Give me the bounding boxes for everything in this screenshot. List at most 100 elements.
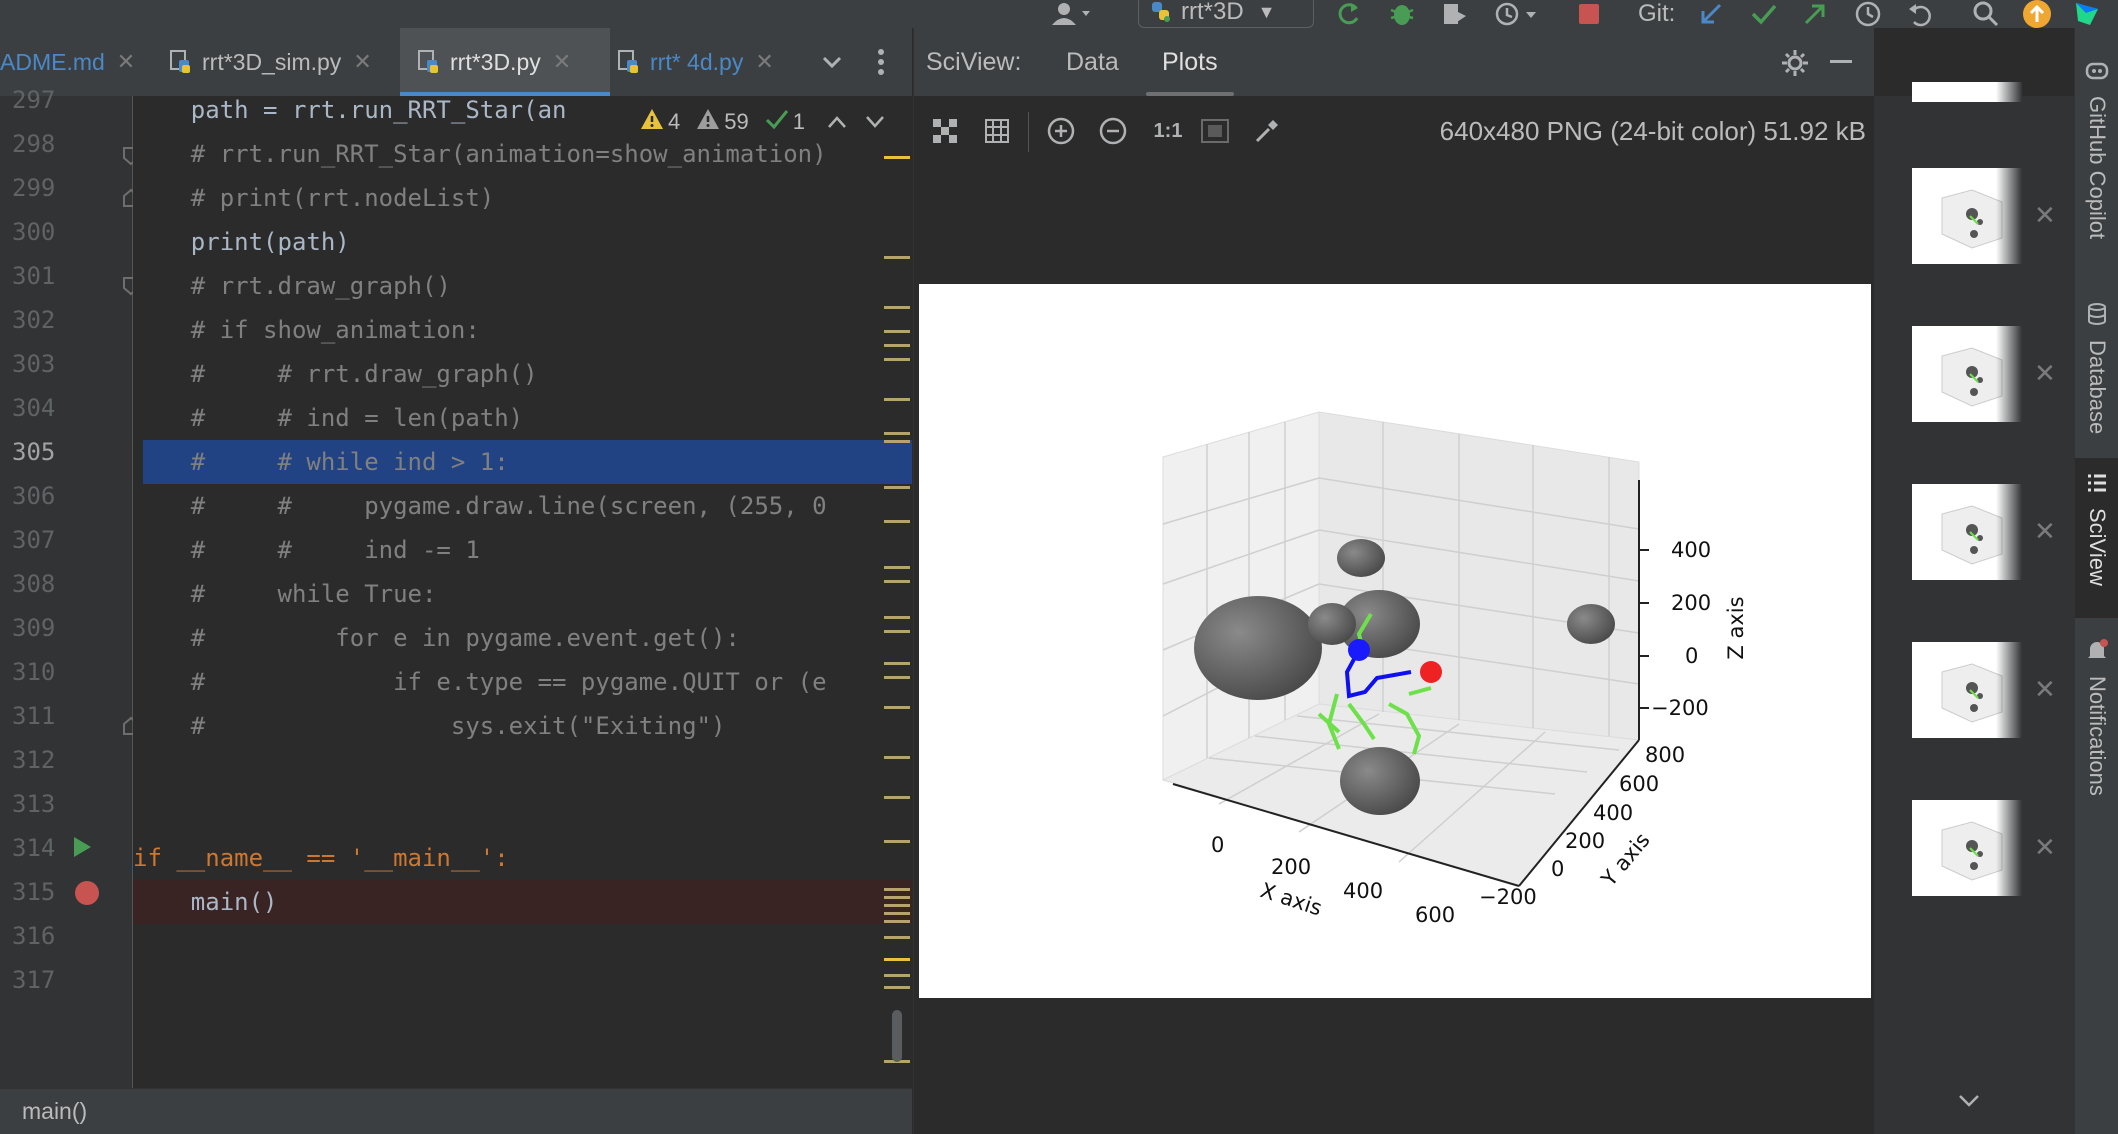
obstacle-sphere	[1567, 604, 1615, 644]
sciview-title: SciView:	[926, 47, 1022, 76]
more-options-icon[interactable]	[876, 28, 886, 96]
rerun-icon[interactable]	[1334, 0, 1362, 28]
close-icon[interactable]: ✕	[2034, 832, 2056, 863]
sciview-panel: SciView: Data Plots 1:1 640x480 PNG (24-…	[913, 28, 1874, 1134]
tool-github-copilot[interactable]: GitHub Copilot	[2075, 58, 2118, 239]
y-tick-label: 400	[1593, 801, 1633, 825]
fit-zoom-icon[interactable]	[1198, 114, 1232, 148]
tab-data[interactable]: Data	[1066, 28, 1119, 96]
tab-rrt3d-sim[interactable]: rrt*3D_sim.py ✕	[170, 28, 400, 96]
bell-icon	[2085, 638, 2109, 668]
editor-gutter[interactable]: 297 298 299 300 301 302 303 304 305 306 …	[0, 86, 139, 1088]
run-configuration-select[interactable]: rrt*3D ▼	[1138, 0, 1314, 28]
close-icon[interactable]: ✕	[553, 49, 571, 75]
line-number: 308	[12, 570, 56, 598]
chevron-up-icon[interactable]	[827, 109, 847, 135]
actual-size-button[interactable]: 1:1	[1148, 114, 1188, 148]
tool-label: Database	[2085, 340, 2110, 435]
history-icon[interactable]	[1854, 0, 1882, 28]
y-tick-label: 200	[1565, 829, 1605, 853]
line-number: 300	[12, 218, 56, 246]
chessboard-icon[interactable]	[928, 114, 962, 148]
line-number: 306	[12, 482, 56, 510]
debug-icon[interactable]	[1388, 0, 1416, 28]
close-icon[interactable]: ✕	[117, 49, 135, 75]
jetbrains-logo-icon[interactable]	[2072, 0, 2102, 28]
breakpoint-icon[interactable]	[74, 880, 100, 911]
obstacle-sphere	[1308, 603, 1356, 645]
line-number: 317	[12, 966, 56, 994]
line-number: 302	[12, 306, 56, 334]
tab-label: rrt*3D.py	[450, 48, 541, 75]
error-stripe[interactable]	[884, 96, 912, 1088]
zoom-in-icon[interactable]	[1044, 114, 1078, 148]
plot-image[interactable]: 400 200 0 −200 Z axis 800 600 400 200 0 …	[919, 284, 1871, 998]
plot-thumbnail[interactable]	[1912, 642, 2022, 738]
close-icon[interactable]: ✕	[2034, 516, 2056, 547]
chevron-down-icon[interactable]	[865, 109, 885, 135]
x-tick-label: 200	[1271, 855, 1311, 879]
tool-notifications[interactable]: Notifications	[2075, 638, 2118, 796]
rollback-icon[interactable]	[1906, 0, 1934, 28]
update-available-icon[interactable]	[2022, 0, 2052, 28]
plot-thumbnail[interactable]	[1912, 484, 2022, 580]
run-gutter-icon[interactable]	[72, 836, 92, 863]
close-icon[interactable]: ✕	[353, 49, 371, 75]
plot-thumbnail[interactable]	[1912, 326, 2022, 422]
color-picker-icon[interactable]	[1250, 114, 1284, 148]
sciview-icon	[2086, 472, 2108, 500]
code-line: print(path)	[133, 228, 350, 256]
code-line: # # ind = len(path)	[133, 404, 524, 432]
inspection-widget[interactable]: 4 59 1	[640, 104, 885, 140]
x-tick-label: 600	[1415, 903, 1455, 927]
line-number: 312	[12, 746, 56, 774]
profile-icon[interactable]	[1494, 0, 1538, 28]
x-tick-label: 0	[1211, 833, 1224, 857]
y-tick-label: 0	[1551, 857, 1564, 881]
close-icon[interactable]: ✕	[2034, 674, 2056, 705]
python-file-icon	[618, 50, 640, 74]
plot-thumbnail[interactable]	[1912, 82, 2022, 102]
plot-thumbnail[interactable]	[1912, 168, 2022, 264]
code-line: # if e.type == pygame.QUIT or (e	[133, 668, 827, 696]
tool-sciview[interactable]: SciView	[2075, 458, 2118, 618]
code-line: # print(rrt.nodeList)	[133, 184, 495, 212]
line-number: 314	[12, 834, 56, 862]
breadcrumb-item[interactable]: main()	[22, 1098, 87, 1125]
zoom-out-icon[interactable]	[1096, 114, 1130, 148]
tool-label: SciView	[2085, 508, 2110, 586]
breadcrumb[interactable]: main()	[0, 1088, 912, 1134]
close-icon[interactable]: ✕	[2034, 358, 2056, 389]
code-editor[interactable]: path = rrt.run_RRT_Star(an # rrt.run_RRT…	[133, 96, 912, 1088]
goal-point	[1420, 661, 1442, 683]
search-icon[interactable]	[1972, 0, 2000, 28]
obstacle-sphere	[1194, 596, 1322, 700]
tab-label: rrt* 4d.py	[650, 48, 744, 75]
close-icon[interactable]: ✕	[2034, 200, 2056, 231]
user-icon[interactable]	[1050, 0, 1094, 28]
tab-list-chevron-icon[interactable]	[820, 28, 844, 96]
git-push-icon[interactable]	[1802, 0, 1828, 28]
git-update-icon[interactable]	[1698, 0, 1724, 28]
gear-icon[interactable]	[1780, 48, 1810, 83]
plot-thumbnail[interactable]	[1912, 800, 2022, 896]
line-number: 315	[12, 878, 56, 906]
tab-plots[interactable]: Plots	[1146, 28, 1234, 96]
chevron-down-icon[interactable]	[1958, 1094, 1980, 1113]
close-icon[interactable]: ✕	[755, 49, 773, 75]
git-commit-icon[interactable]	[1750, 0, 1778, 28]
grid-icon[interactable]	[980, 114, 1014, 148]
tab-rrt-4d[interactable]: rrt* 4d.py ✕	[618, 28, 798, 96]
scrollbar-thumb[interactable]	[892, 1010, 902, 1062]
tab-rrt3d[interactable]: rrt*3D.py ✕	[400, 28, 610, 96]
tool-label: GitHub Copilot	[2085, 96, 2110, 240]
sciview-header: SciView: Data Plots	[914, 28, 1874, 96]
stop-icon[interactable]	[1576, 0, 1602, 28]
error-icon	[640, 108, 664, 136]
obstacle-sphere	[1337, 539, 1385, 577]
minimize-icon[interactable]	[1830, 60, 1852, 63]
line-number: 297	[12, 86, 56, 114]
copilot-icon	[2084, 58, 2110, 88]
coverage-icon[interactable]	[1440, 0, 1470, 28]
tool-database[interactable]: Database	[2075, 302, 2118, 434]
